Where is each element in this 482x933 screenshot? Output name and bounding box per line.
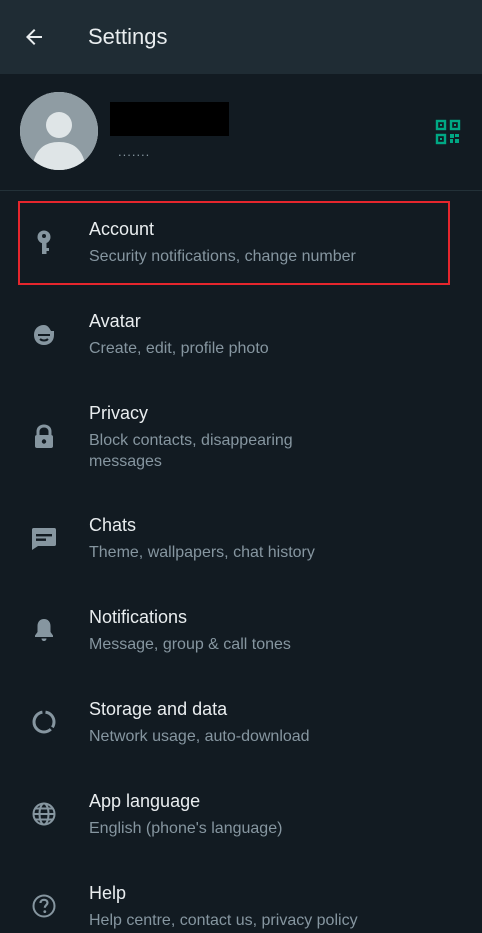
settings-item-avatar[interactable]: Avatar Create, edit, profile photo — [0, 293, 482, 377]
settings-item-subtitle: English (phone's language) — [89, 820, 283, 837]
settings-item-notifications[interactable]: Notifications Message, group & call tone… — [0, 589, 482, 673]
avatar-face-icon — [30, 321, 58, 349]
lock-icon — [30, 423, 58, 451]
settings-item-title: App language — [89, 791, 201, 811]
settings-item-title: Storage and data — [89, 699, 228, 719]
profile-header[interactable]: ....... — [0, 74, 482, 191]
settings-item-chats[interactable]: Chats Theme, wallpapers, chat history — [0, 497, 482, 581]
settings-item-title: Avatar — [89, 311, 141, 331]
arrow-left-icon — [26, 29, 42, 45]
settings-item-title: Help — [89, 883, 127, 903]
settings-item-subtitle: Network usage, auto-download — [89, 728, 310, 745]
qr-code-icon — [435, 119, 461, 145]
settings-item-title: Notifications — [89, 607, 188, 627]
settings-item-language[interactable]: App language English (phone's language) — [0, 773, 482, 857]
settings-screen: Settings ....... Account Security notifi… — [0, 0, 482, 933]
default-avatar-icon — [20, 92, 98, 170]
settings-item-title: Account — [89, 219, 155, 239]
settings-item-subtitle: Message, group & call tones — [89, 636, 291, 653]
key-icon — [30, 229, 58, 257]
bell-icon — [30, 616, 58, 644]
settings-item-storage[interactable]: Storage and data Network usage, auto-dow… — [0, 681, 482, 765]
storage-circle-icon — [30, 708, 58, 736]
settings-item-subtitle: Create, edit, profile photo — [89, 340, 269, 357]
help-icon — [30, 892, 58, 920]
page-title: Settings — [88, 24, 168, 49]
redacted-profile-name — [110, 102, 229, 136]
qr-code-button[interactable] — [430, 114, 466, 150]
avatar[interactable] — [20, 92, 98, 170]
profile-about: ....... — [118, 144, 151, 159]
settings-item-subtitle: Security notifications, change number — [89, 248, 356, 265]
settings-item-account[interactable]: Account Security notifications, change n… — [0, 201, 482, 285]
settings-item-help[interactable]: Help Help centre, contact us, privacy po… — [0, 865, 482, 933]
settings-item-privacy[interactable]: Privacy Block contacts, disappearing mes… — [0, 385, 482, 491]
settings-item-title: Chats — [89, 515, 137, 535]
settings-item-subtitle: Help centre, contact us, privacy policy — [89, 912, 358, 929]
settings-item-subtitle: Block contacts, disappearing messages — [89, 432, 293, 470]
app-bar: Settings — [0, 0, 482, 74]
settings-item-subtitle: Theme, wallpapers, chat history — [89, 544, 315, 561]
settings-item-title: Privacy — [89, 403, 149, 423]
chat-icon — [30, 524, 58, 552]
globe-icon — [30, 800, 58, 828]
back-button[interactable] — [10, 13, 58, 61]
